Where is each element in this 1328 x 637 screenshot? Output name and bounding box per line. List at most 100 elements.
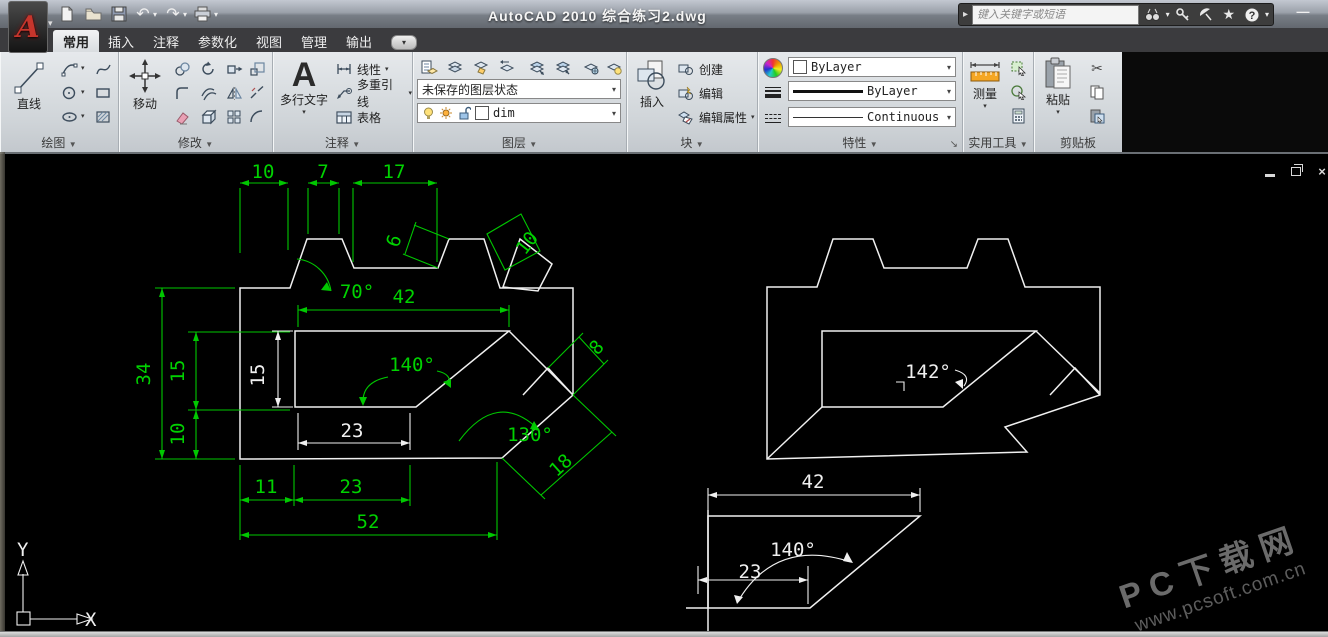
drawing-minimize-button[interactable] (1262, 164, 1278, 178)
communication-center-icon[interactable] (1196, 6, 1215, 23)
color-combo[interactable]: ByLayer ▾ (788, 57, 956, 77)
plot-button[interactable] (190, 3, 214, 25)
scale-tool-button[interactable] (245, 57, 269, 81)
quick-calculator-button[interactable] (1005, 104, 1031, 128)
undo-dropdown[interactable]: ▾ (153, 10, 157, 19)
cut-button[interactable]: ✂ (1084, 56, 1110, 80)
help-dropdown[interactable]: ▾ (1265, 10, 1269, 19)
panel-label-layers[interactable]: 图层 ▼ (413, 134, 626, 151)
table-button[interactable]: 表格 (335, 106, 381, 128)
stretch-tool-button[interactable] (221, 57, 247, 81)
layer-match-button[interactable] (468, 55, 494, 79)
edit-attributes-button[interactable]: 编辑属性 ▾ (677, 106, 755, 128)
redo-dropdown[interactable]: ▾ (183, 10, 187, 19)
lineweight-button[interactable] (760, 80, 786, 104)
application-menu-dropdown[interactable]: ▾ (48, 18, 53, 29)
tab-insert[interactable]: 插入 (98, 30, 144, 52)
layer-freeze-button[interactable] (578, 55, 604, 79)
edit-block-button[interactable]: 编辑 (677, 82, 723, 104)
linetype-button[interactable] (760, 106, 786, 130)
layer-off-button[interactable] (602, 55, 626, 79)
application-menu-button[interactable]: A (8, 1, 48, 53)
lineweight-combo[interactable]: ByLayer ▾ (788, 81, 956, 101)
multileader-button[interactable]: 多重引线 ▾ (335, 82, 412, 104)
search-input[interactable] (972, 5, 1139, 25)
circle-tool-button[interactable] (56, 81, 82, 105)
paste-special-button[interactable] (1084, 104, 1110, 128)
offset-tool-button[interactable] (195, 81, 221, 105)
linetype-combo[interactable]: Continuous ▾ (788, 107, 956, 127)
tab-parametric[interactable]: 参数化 (188, 30, 247, 52)
tab-view[interactable]: 视图 (246, 30, 292, 52)
panel-label-properties[interactable]: 特性 ▼ ↘ (758, 134, 962, 151)
search-binoculars-icon[interactable] (1143, 6, 1162, 23)
ellipse-tool-button[interactable] (56, 105, 82, 129)
layer-states-button[interactable] (442, 55, 468, 79)
fillet-arc-tool-button[interactable] (245, 105, 269, 129)
panel-label-utilities[interactable]: 实用工具 ▼ (963, 134, 1033, 151)
drawing-restore-button[interactable] (1288, 164, 1304, 178)
panel-label-block[interactable]: 块 ▼ (627, 134, 757, 151)
tab-annotate[interactable]: 注释 (143, 30, 189, 52)
move-button[interactable]: 移动 (123, 56, 167, 134)
tab-output[interactable]: 输出 (336, 30, 382, 52)
mtext-button[interactable]: A 多行文字 ▾ (277, 56, 331, 134)
linear-dropdown[interactable]: ▾ (385, 65, 389, 73)
arc-tool-button[interactable] (56, 57, 82, 81)
open-button[interactable] (81, 3, 105, 25)
insert-block-button[interactable]: 插入 (630, 56, 674, 134)
mirror-tool-button[interactable] (221, 81, 247, 105)
fillet-tool-button[interactable] (169, 81, 195, 105)
drawing-close-button[interactable]: × (1314, 164, 1328, 178)
create-block-button[interactable]: 创建 (677, 58, 723, 80)
search-expand-icon[interactable]: ▸ (963, 9, 968, 20)
plot-dropdown[interactable]: ▾ (214, 10, 218, 19)
measure-button[interactable]: 测量 ▾ (965, 56, 1005, 134)
array-tool-button[interactable] (221, 105, 247, 129)
paste-button[interactable]: 粘贴 ▾ (1037, 56, 1079, 134)
panel-label-annotation[interactable]: 注释 ▼ (273, 134, 412, 151)
erase-tool-button[interactable] (169, 105, 195, 129)
spline-tool-button[interactable] (90, 57, 116, 81)
hatch-tool-button[interactable] (90, 105, 116, 129)
layer-combo[interactable]: dim ▾ (417, 103, 621, 123)
ellipse-dropdown[interactable]: ▾ (81, 112, 85, 120)
rotate-tool-button[interactable] (195, 57, 221, 81)
quick-calc-select-button[interactable] (1005, 80, 1031, 104)
multileader-dropdown[interactable]: ▾ (408, 89, 412, 97)
copy-clip-button[interactable] (1084, 80, 1110, 104)
layer-properties-button[interactable] (416, 55, 442, 79)
mtext-dropdown[interactable]: ▾ (302, 108, 306, 116)
subscription-key-icon[interactable] (1174, 6, 1193, 23)
properties-dialog-launcher[interactable]: ↘ (950, 139, 958, 150)
paste-dropdown[interactable]: ▾ (1056, 108, 1060, 116)
undo-button[interactable]: ↶ (131, 3, 155, 25)
line-button[interactable]: 直线 (4, 56, 54, 134)
panel-label-draw[interactable]: 绘图 ▼ (0, 134, 118, 151)
new-drawing-button[interactable] (55, 3, 79, 25)
layer-isolate-button[interactable] (524, 55, 550, 79)
save-button[interactable] (107, 3, 131, 25)
window-minimize-button[interactable]: — (1292, 6, 1314, 20)
search-dropdown[interactable]: ▾ (1166, 10, 1170, 19)
panel-label-clipboard[interactable]: 剪贴板 (1034, 134, 1122, 151)
ribbon-minimize-button[interactable]: ▾ (391, 35, 417, 50)
layer-state-combo[interactable]: 未保存的图层状态 ▾ (417, 79, 621, 99)
object-color-button[interactable] (760, 56, 786, 80)
edit-attributes-dropdown[interactable]: ▾ (751, 113, 755, 121)
tab-manage[interactable]: 管理 (291, 30, 337, 52)
favorites-star-icon[interactable]: ★ (1219, 6, 1238, 23)
arc-dropdown[interactable]: ▾ (81, 64, 85, 72)
break-tool-button[interactable] (245, 81, 269, 105)
help-icon[interactable]: ? (1242, 6, 1261, 23)
tab-home[interactable]: 常用 (53, 30, 99, 52)
quick-select-button[interactable] (1005, 56, 1031, 80)
copy-tool-button[interactable] (169, 57, 195, 81)
explode-tool-button[interactable] (195, 105, 221, 129)
measure-dropdown[interactable]: ▾ (983, 102, 987, 110)
panel-label-modify[interactable]: 修改 ▼ (119, 134, 272, 151)
rectangle-tool-button[interactable] (90, 81, 116, 105)
layer-previous-button[interactable] (494, 55, 520, 79)
circle-dropdown[interactable]: ▾ (81, 88, 85, 96)
layer-unisolate-button[interactable] (550, 55, 576, 79)
